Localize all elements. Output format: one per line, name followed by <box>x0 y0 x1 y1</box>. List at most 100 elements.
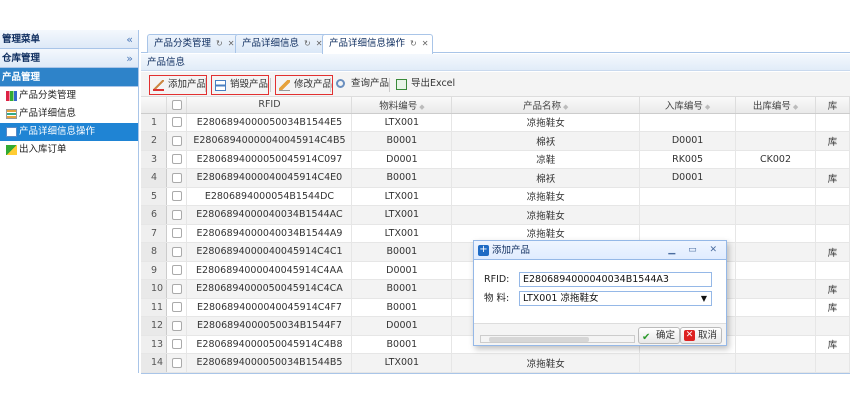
tab-category[interactable]: 产品分类管理 ↻ ✕ <box>147 34 240 53</box>
row-number: 7 <box>141 224 168 243</box>
table-row[interactable]: 1 E2806894000050034B1544E5 LTX001 凉拖鞋女 <box>141 113 850 132</box>
column-header-rfid[interactable]: RFID <box>186 97 353 114</box>
table-row[interactable]: 6 E2806894000040034B1544AC LTX001 凉拖鞋女 <box>141 205 850 225</box>
cell-in-no: D0001 <box>639 131 737 151</box>
refresh-icon[interactable]: ↻ <box>304 39 311 48</box>
cancel-button[interactable]: ✕ 取消 <box>680 327 723 344</box>
add-product-dialog: + 添加产品 ▁ ▭ ✕ RFID: E2806894000040034B154… <box>473 240 727 346</box>
cell-in-no <box>639 205 737 225</box>
window-controls-icon[interactable]: ▁ ▭ ✕ <box>668 241 722 260</box>
row-number: 13 <box>141 335 168 354</box>
column-header-out[interactable]: 出库编号 ◆ <box>735 97 816 114</box>
tab-detail[interactable]: 产品详细信息 ↻ ✕ <box>235 34 328 53</box>
row-checkbox[interactable] <box>166 316 188 336</box>
dialog-header[interactable]: + 添加产品 ▁ ▭ ✕ <box>474 241 726 260</box>
row-checkbox[interactable] <box>166 298 188 317</box>
table-row[interactable]: 4 E2806894000040045914C4E0 B0001 棉袄 D0001 库 <box>141 168 850 188</box>
cell-out-no <box>735 261 816 280</box>
sidebar-title: 管理菜单 <box>2 34 41 45</box>
cell-stock <box>815 224 850 243</box>
sort-icon: ◆ <box>792 102 799 111</box>
select-all-checkbox[interactable] <box>166 97 188 114</box>
cell-out-no <box>735 353 816 373</box>
table-row[interactable]: 14 E2806894000050034B1544B5 LTX001 凉拖鞋女 <box>141 353 850 373</box>
sidebar-group-label: 仓库管理 <box>2 53 41 64</box>
column-header-stock[interactable]: 库 <box>815 97 850 114</box>
refresh-icon[interactable]: ↻ <box>410 39 417 48</box>
column-header-material[interactable]: 物料编号 ◆ <box>351 97 453 114</box>
query-product-button[interactable]: 查询产品 <box>333 75 389 95</box>
row-checkbox[interactable] <box>166 335 188 354</box>
cell-material: LTX001 <box>351 113 453 132</box>
destroy-product-button[interactable]: 销毁产品 <box>211 75 270 95</box>
cell-stock <box>815 205 850 225</box>
row-checkbox[interactable] <box>166 224 188 243</box>
row-number: 10 <box>141 279 168 299</box>
cell-rfid: E2806894000040045914C4E0 <box>186 168 353 188</box>
material-select[interactable]: LTX001 凉拖鞋女 ▼ <box>519 291 712 306</box>
button-label: 修改产品 <box>294 79 333 90</box>
row-checkbox[interactable] <box>166 279 188 299</box>
sidebar-item-detail[interactable]: 产品详细信息 <box>0 105 138 123</box>
row-number: 6 <box>141 205 168 225</box>
cell-rfid: E2806894000054B1544DC <box>186 187 353 206</box>
table-row[interactable]: 3 E2806894000050045914C097 D0001 凉鞋 RK005 CK0… <box>141 150 850 169</box>
row-checkbox[interactable] <box>166 205 188 225</box>
column-header-name[interactable]: 产品名称 ◆ <box>451 97 641 114</box>
cell-rfid: E28068940000040045914C4B5 <box>186 131 353 151</box>
row-number: 4 <box>141 168 168 188</box>
sidebar-item-orders[interactable]: 出入库订单 <box>0 141 138 159</box>
sidebar-group-product[interactable]: 产品管理 <box>0 68 138 87</box>
row-checkbox[interactable] <box>166 168 188 188</box>
row-number: 1 <box>141 113 168 132</box>
row-checkbox[interactable] <box>166 353 188 373</box>
refresh-icon[interactable]: ↻ <box>216 39 223 48</box>
close-icon[interactable]: ✕ <box>422 39 429 48</box>
cell-rfid: E2806894000050045914C4CA <box>186 279 353 299</box>
edit-product-button[interactable]: 修改产品 <box>275 75 334 95</box>
cell-stock <box>815 261 850 280</box>
cell-out-no <box>735 168 816 188</box>
add-product-button[interactable]: 添加产品 <box>149 75 208 95</box>
export-excel-button[interactable]: 导出Excel <box>393 75 455 95</box>
table-row[interactable]: 5 E2806894000054B1544DC LTX001 凉拖鞋女 <box>141 187 850 206</box>
plus-icon: + <box>478 244 489 256</box>
cell-rfid: E2806894000050045914C097 <box>186 150 353 169</box>
row-checkbox[interactable] <box>166 242 188 262</box>
sidebar-group-warehouse[interactable]: 仓库管理 » <box>0 49 138 68</box>
cell-material: B0001 <box>351 168 453 188</box>
table-header-row: RFID 物料编号 ◆ 产品名称 ◆ 入库编号 ◆ 出库编号 ◆ 库 <box>141 97 850 114</box>
sidebar-item-category[interactable]: 产品分类管理 <box>0 87 138 105</box>
horizontal-scrollbar[interactable] <box>480 335 635 343</box>
sidebar-item-detail-ops[interactable]: 产品详细信息操作 <box>0 123 138 141</box>
table-row[interactable]: 2 E28068940000040045914C4B5 B0001 棉袄 D0001 库 <box>141 131 850 151</box>
cell-out-no <box>735 113 816 132</box>
cell-rfid: E2806894000050034B1544F7 <box>186 316 353 336</box>
row-checkbox[interactable] <box>166 261 188 280</box>
cell-in-no <box>639 353 737 373</box>
row-checkbox[interactable] <box>166 150 188 169</box>
cell-out-no <box>735 298 816 317</box>
close-icon[interactable]: ✕ <box>228 39 235 48</box>
cell-stock <box>815 316 850 336</box>
sidebar-group-label: 产品管理 <box>2 72 41 83</box>
row-checkbox[interactable] <box>166 113 188 132</box>
cell-name: 凉鞋 <box>451 150 641 169</box>
row-number: 9 <box>141 261 168 280</box>
double-chevron-down-icon[interactable]: » <box>126 49 133 68</box>
cell-stock: 库 <box>815 242 850 262</box>
row-checkbox[interactable] <box>166 187 188 206</box>
rfid-input[interactable]: E2806894000040034B1544A3 <box>519 272 712 287</box>
column-header-in[interactable]: 入库编号 ◆ <box>639 97 737 114</box>
ok-button[interactable]: ✔ 确定 <box>638 327 681 344</box>
cell-stock <box>815 150 850 169</box>
cell-material: D0001 <box>351 150 453 169</box>
row-checkbox[interactable] <box>166 131 188 151</box>
double-chevron-left-icon[interactable]: « <box>126 30 133 49</box>
cell-material: B0001 <box>351 335 453 354</box>
dropdown-arrow-icon[interactable]: ▼ <box>701 292 707 305</box>
cell-material: B0001 <box>351 131 453 151</box>
cell-material: LTX001 <box>351 205 453 225</box>
tab-detail-ops[interactable]: 产品详细信息操作 ↻ ✕ <box>322 34 434 54</box>
cell-in-no: D0001 <box>639 168 737 188</box>
